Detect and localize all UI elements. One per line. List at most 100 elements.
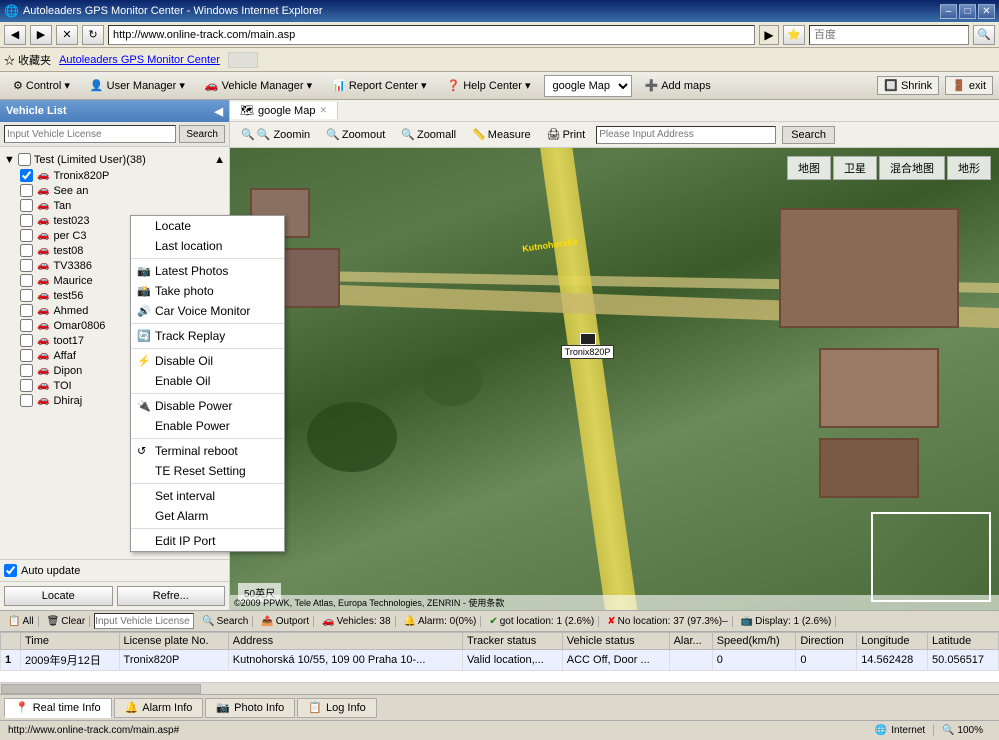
add-maps-menu[interactable]: ➕ Add maps xyxy=(638,76,718,95)
favorites-link[interactable]: Autoleaders GPS Monitor Center xyxy=(59,54,220,66)
status-license-input[interactable] xyxy=(94,613,194,629)
context-menu-item[interactable]: Set interval xyxy=(131,486,284,506)
tree-scroll-up[interactable]: ▲ xyxy=(214,154,225,166)
context-menu-item[interactable]: Enable Power xyxy=(131,416,284,436)
help-center-menu[interactable]: ❓ Help Center ▾ xyxy=(440,76,538,95)
status-clear[interactable]: 🗑 Clear xyxy=(43,616,91,627)
context-menu-item[interactable]: 📷Latest Photos xyxy=(131,261,284,281)
map-content[interactable]: Kutnohorská Tronix820P 地图 卫星 混合地图 地形 50英… xyxy=(230,148,999,610)
control-menu[interactable]: ⚙ ⚙ Control Control ▾ xyxy=(6,76,77,95)
measure-button[interactable]: 📏 Measure xyxy=(467,126,536,143)
fav-button[interactable]: ⭐ xyxy=(783,25,805,45)
vehicle-tree-item[interactable]: 🚗See an xyxy=(4,183,225,198)
vehicle-car-icon: 🚗 xyxy=(37,395,49,406)
vehicle-name-label: test023 xyxy=(53,215,89,227)
map-tab-close[interactable]: ✕ xyxy=(319,105,327,116)
print-button[interactable]: 🖨 Print xyxy=(542,126,591,143)
address-bar[interactable] xyxy=(108,25,755,45)
stop-button[interactable]: ✕ xyxy=(56,25,78,45)
bottom-tab-log-info[interactable]: 📋Log Info xyxy=(297,698,376,718)
vehicle-checkbox[interactable] xyxy=(20,244,33,257)
vehicle-tree-item[interactable]: 🚗Tan xyxy=(4,198,225,213)
collapse-panel-button[interactable]: ◀ xyxy=(215,105,223,118)
vehicle-checkbox[interactable] xyxy=(20,334,33,347)
map-selector[interactable]: google Map Bing Map xyxy=(544,75,632,97)
horizontal-scrollbar[interactable] xyxy=(0,682,999,694)
exit-button[interactable]: 🚪 exit xyxy=(945,76,993,95)
restore-button[interactable]: □ xyxy=(959,4,976,19)
shrink-button[interactable]: 🔲 Shrink xyxy=(877,76,939,95)
vehicle-checkbox[interactable] xyxy=(20,364,33,377)
status-display: 📺 Display: 1 (2.6%) xyxy=(737,616,837,627)
vehicle-checkbox[interactable] xyxy=(20,199,33,212)
status-outport[interactable]: 📤 Outport xyxy=(257,616,314,627)
forward-button[interactable]: ▶ xyxy=(30,25,52,45)
vehicle-checkbox[interactable] xyxy=(20,319,33,332)
close-button[interactable]: ✕ xyxy=(978,4,995,19)
bottom-tab-real-time-info[interactable]: 📍Real time Info xyxy=(4,698,112,718)
vehicle-license-input[interactable] xyxy=(4,125,176,143)
refresh-button[interactable]: Refre... xyxy=(117,586,226,606)
bottom-tab-photo-info[interactable]: 📷Photo Info xyxy=(205,698,295,718)
scroll-thumb[interactable] xyxy=(1,684,201,694)
vehicle-checkbox[interactable] xyxy=(20,304,33,317)
context-menu-item[interactable]: 📸Take photo xyxy=(131,281,284,301)
map-type-hybrid[interactable]: 混合地图 xyxy=(879,156,945,180)
context-menu-item[interactable]: ⚡Disable Oil xyxy=(131,351,284,371)
vehicle-manager-menu[interactable]: 🚗 Vehicle Manager ▾ xyxy=(198,76,319,95)
ie-zoom[interactable]: 🔍 100% xyxy=(933,725,991,736)
map-tab-google[interactable]: 🗺 google Map ✕ xyxy=(230,102,338,119)
zoomall-button[interactable]: 🔍 Zoomall xyxy=(396,126,461,143)
map-search-button[interactable]: Search xyxy=(782,126,835,144)
context-menu-item[interactable]: Enable Oil xyxy=(131,371,284,391)
vehicle-search-button[interactable]: Search xyxy=(179,125,225,143)
table-column-header: Alar... xyxy=(669,633,712,650)
vehicle-checkbox[interactable] xyxy=(20,259,33,272)
map-type-map[interactable]: 地图 xyxy=(787,156,831,180)
browser-search[interactable] xyxy=(809,25,969,45)
vehicle-checkbox[interactable] xyxy=(20,379,33,392)
context-menu-item[interactable]: Last location xyxy=(131,236,284,256)
context-menu-item[interactable]: 🔄Track Replay xyxy=(131,326,284,346)
map-address-input[interactable] xyxy=(596,126,776,144)
vehicle-checkbox[interactable] xyxy=(20,394,33,407)
status-all[interactable]: 📋 All xyxy=(4,616,39,627)
locate-button[interactable]: Locate xyxy=(4,586,113,606)
bottom-tab-alarm-info[interactable]: 🔔Alarm Info xyxy=(114,698,204,718)
favorites-label[interactable]: ☆ 收藏夹 xyxy=(4,52,51,68)
report-center-menu[interactable]: 📊 Report Center ▾ xyxy=(325,76,433,95)
map-type-satellite[interactable]: 卫星 xyxy=(833,156,877,180)
auto-update-checkbox[interactable] xyxy=(4,564,17,577)
minimize-button[interactable]: – xyxy=(940,4,957,19)
context-menu-item-icon: 📷 xyxy=(137,265,151,278)
root-checkbox[interactable] xyxy=(18,153,31,166)
table-row[interactable]: 12009年9月12日Tronix820PKutnohorská 10/55, … xyxy=(1,650,999,671)
map-type-terrain[interactable]: 地形 xyxy=(947,156,991,180)
context-menu-item[interactable]: Edit IP Port xyxy=(131,531,284,551)
vehicle-checkbox[interactable] xyxy=(20,229,33,242)
vehicle-car-icon: 🚗 xyxy=(37,245,49,256)
refresh-button[interactable]: ↻ xyxy=(82,25,104,45)
context-menu-item[interactable]: 🔌Disable Power xyxy=(131,396,284,416)
context-menu-item[interactable]: Get Alarm xyxy=(131,506,284,526)
context-menu-item[interactable]: Locate xyxy=(131,216,284,236)
status-search[interactable]: 🔍 Search xyxy=(198,616,253,627)
zoomin-button[interactable]: 🔍 🔍 Zoomin xyxy=(236,126,315,143)
table-column-header: License plate No. xyxy=(119,633,228,650)
context-menu-item[interactable]: 🔊Car Voice Monitor xyxy=(131,301,284,321)
vehicle-tree-item[interactable]: 🚗Tronix820P xyxy=(4,168,225,183)
vehicle-checkbox[interactable] xyxy=(20,214,33,227)
vehicle-checkbox[interactable] xyxy=(20,274,33,287)
vehicle-checkbox[interactable] xyxy=(20,184,33,197)
user-manager-menu[interactable]: 👤 User Manager ▾ xyxy=(83,76,192,95)
zoomout-button[interactable]: 🔍 Zoomout xyxy=(321,126,390,143)
vehicle-checkbox[interactable] xyxy=(20,169,33,182)
go-button[interactable]: ▶ xyxy=(759,25,779,45)
vehicle-checkbox[interactable] xyxy=(20,349,33,362)
back-button[interactable]: ◀ xyxy=(4,25,26,45)
context-menu-item[interactable]: ↺Terminal reboot xyxy=(131,441,284,461)
search-go-button[interactable]: 🔍 xyxy=(973,25,995,45)
vehicle-checkbox[interactable] xyxy=(20,289,33,302)
tree-root-item[interactable]: ▼ Test (Limited User)(38) ▲ xyxy=(4,151,225,168)
context-menu-item[interactable]: TE Reset Setting xyxy=(131,461,284,481)
